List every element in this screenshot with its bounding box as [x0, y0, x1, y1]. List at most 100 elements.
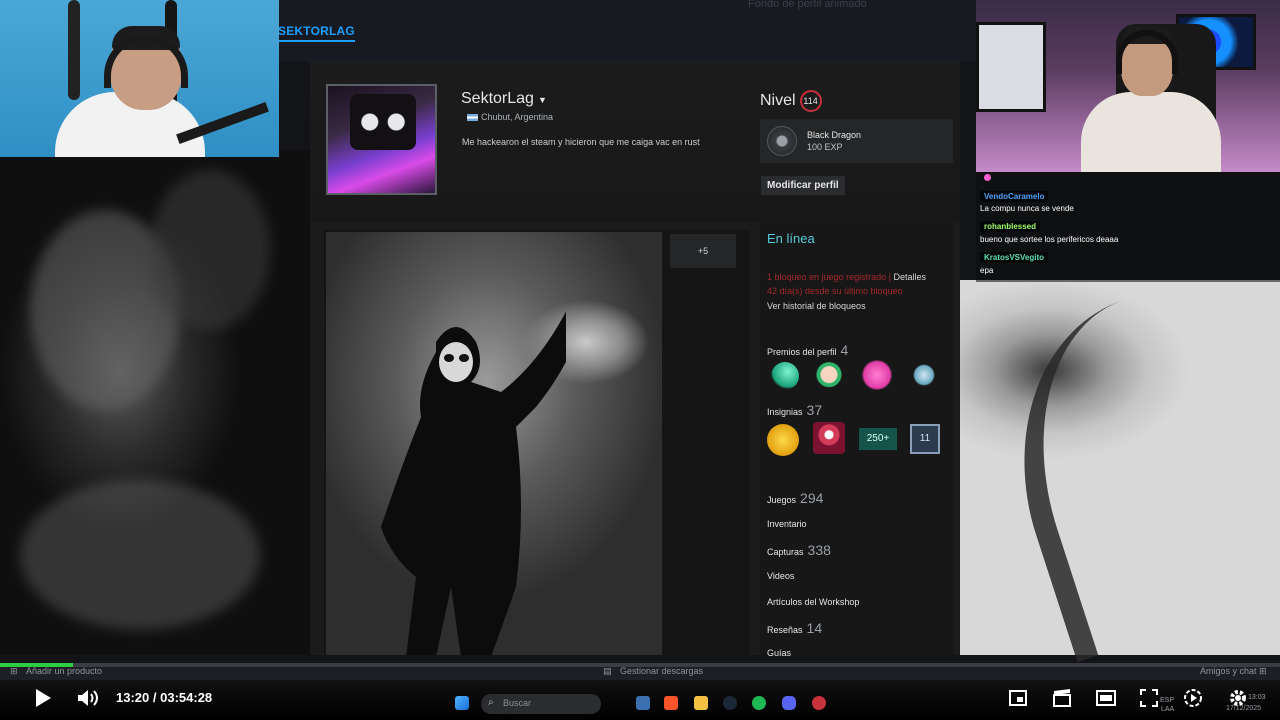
video-frame: SEKTORLAG Fondo de perfil animado Sektor… — [0, 0, 1280, 720]
steam-taskbar-icon[interactable] — [723, 696, 737, 710]
level-badge[interactable]: 114 — [799, 90, 822, 112]
clapper-icon — [1053, 689, 1071, 707]
taskbar-search[interactable]: ⌕ Buscar — [481, 694, 601, 714]
miniplayer-button[interactable] — [1009, 689, 1027, 711]
performer-silhouette — [381, 311, 566, 655]
steam-header: SEKTORLAG Fondo de perfil animado — [278, 0, 976, 62]
app-red-icon[interactable] — [812, 696, 826, 710]
ban-text: 1 bloqueo en juego registrado | — [767, 272, 891, 282]
current-time: 13:20 — [116, 690, 150, 705]
streamer-webcam-left — [0, 0, 279, 157]
volume-button[interactable] — [77, 688, 99, 712]
awards-list — [767, 360, 947, 392]
add-product-icon[interactable]: ⊞ — [10, 666, 18, 677]
caret-down-icon: ▼ — [537, 95, 547, 105]
tray-date: 17/12/2025 — [1226, 705, 1262, 712]
clip-button[interactable] — [1052, 689, 1072, 711]
ban-details-link[interactable]: Detalles — [893, 272, 926, 282]
chat-overlay: VendoCaramelo La compu nunca se vende ro… — [976, 172, 1280, 282]
live-dot-icon — [984, 174, 991, 181]
years-badge[interactable]: 11 — [910, 424, 940, 454]
chat-message: bueno que sortee los perifericos deaaa — [980, 235, 1119, 244]
profile-summary: Me hackearon el steam y hicieron que me … — [462, 137, 700, 147]
fullscreen-button[interactable] — [1140, 689, 1158, 711]
spotify-icon[interactable] — [752, 696, 766, 710]
inventory-link[interactable]: Inventario — [767, 519, 807, 529]
play-button[interactable] — [34, 688, 52, 712]
heart-award-icon[interactable] — [861, 360, 893, 390]
downloads-icon: ▤ — [603, 666, 612, 676]
online-status: En línea — [767, 231, 815, 246]
dragon-badge-icon — [767, 126, 797, 156]
add-product-link[interactable]: Añadir un producto — [26, 666, 102, 676]
reviews-count: 14 — [806, 620, 823, 636]
ban-history-link[interactable]: Ver historial de bloqueos — [767, 301, 866, 311]
favorite-badge-xp: 100 EXP — [807, 142, 843, 152]
file-explorer-icon[interactable] — [694, 696, 708, 710]
time-separator: / — [152, 690, 157, 705]
search-icon: ⌕ — [488, 697, 494, 708]
profile-background-right — [960, 267, 1280, 663]
profile-background-left — [0, 150, 310, 655]
tray-clock[interactable]: 13:03 — [1248, 694, 1266, 701]
video-progress-fill — [0, 663, 73, 667]
theater-icon — [1096, 690, 1116, 706]
friends-chat-icon[interactable]: ⊞ — [1259, 666, 1267, 677]
flag-icon — [467, 114, 478, 122]
windows-start-icon[interactable] — [455, 696, 469, 710]
ban-days: 42 día(s) desde su último bloqueo — [767, 286, 903, 296]
favorite-badge-name: Black Dragon — [807, 130, 862, 140]
badges-label: Insignias — [767, 407, 803, 417]
miniplayer-icon — [1009, 690, 1027, 706]
location-text: Chubut, Argentina — [481, 112, 554, 122]
games-250-badge[interactable]: 250+ — [859, 428, 897, 450]
streamer-webcam-right — [976, 0, 1280, 172]
friends-chat-link[interactable]: Amigos y chat — [1200, 666, 1257, 676]
video-progress-bar[interactable] — [0, 663, 1280, 667]
discord-icon[interactable] — [782, 696, 796, 710]
screenshots-label: Capturas — [767, 547, 804, 557]
games-link[interactable]: Juegos 294 — [767, 490, 823, 506]
language-sub: LAA — [1161, 706, 1175, 713]
games-count: 294 — [800, 490, 824, 506]
awards-row[interactable]: Premios del perfil 4 — [767, 342, 848, 358]
awards-count: 4 — [840, 342, 849, 358]
comet-award-icon[interactable] — [771, 362, 799, 390]
reviews-link[interactable]: Reseñas 14 — [767, 620, 822, 636]
theater-mode-button[interactable] — [1096, 689, 1116, 711]
awards-label: Premios del perfil — [767, 347, 837, 357]
videos-link[interactable]: Videos — [767, 571, 794, 581]
total-duration: 03:54:28 — [160, 690, 213, 705]
games-label: Juegos — [767, 495, 797, 505]
search-placeholder: Buscar — [503, 698, 532, 708]
workshop-link[interactable]: Artículos del Workshop — [767, 597, 859, 607]
profile-name-dropdown[interactable]: SektorLag ▼ — [461, 90, 547, 108]
nav-profile-tab[interactable]: SEKTORLAG — [278, 24, 355, 42]
time-display: 13:20 / 03:54:28 — [116, 690, 212, 705]
screenshots-link[interactable]: Capturas 338 — [767, 542, 831, 558]
manage-downloads-link[interactable]: Gestionar descargas — [620, 666, 703, 676]
steam-year-badge-icon[interactable] — [813, 422, 845, 454]
screenshot-showcase: +5 — [324, 230, 750, 655]
level-display: Nivel 114 — [760, 90, 822, 112]
chat-username: VendoCaramelo — [980, 191, 1049, 202]
favorite-badge[interactable]: Black Dragon 100 EXP — [760, 119, 953, 163]
guides-link[interactable]: Guías — [767, 648, 791, 658]
showcase-more-button[interactable]: +5 — [670, 234, 736, 268]
globe-award-icon[interactable] — [913, 364, 935, 386]
steam-profile: SektorLag ▼ Chubut, Argentina Me hackearo… — [310, 62, 960, 658]
badges-row[interactable]: Insignias 37 — [767, 402, 822, 418]
chat-username: rohanblessed — [980, 221, 1041, 232]
fullscreen-icon — [1140, 689, 1158, 707]
playback-speed-button[interactable] — [1183, 688, 1203, 712]
avatar[interactable] — [326, 84, 437, 195]
clown-award-icon[interactable] — [815, 362, 843, 390]
edit-profile-button[interactable]: Modificar perfil — [761, 176, 845, 195]
brave-browser-icon[interactable] — [664, 696, 678, 710]
chat-message: epa — [980, 266, 994, 275]
coin-badge-icon[interactable] — [767, 424, 799, 456]
showcase-screenshot[interactable] — [326, 232, 662, 655]
gallery-app-icon[interactable] — [636, 696, 650, 710]
screenshots-count: 338 — [807, 542, 831, 558]
language-indicator[interactable]: ESP — [1160, 697, 1174, 704]
